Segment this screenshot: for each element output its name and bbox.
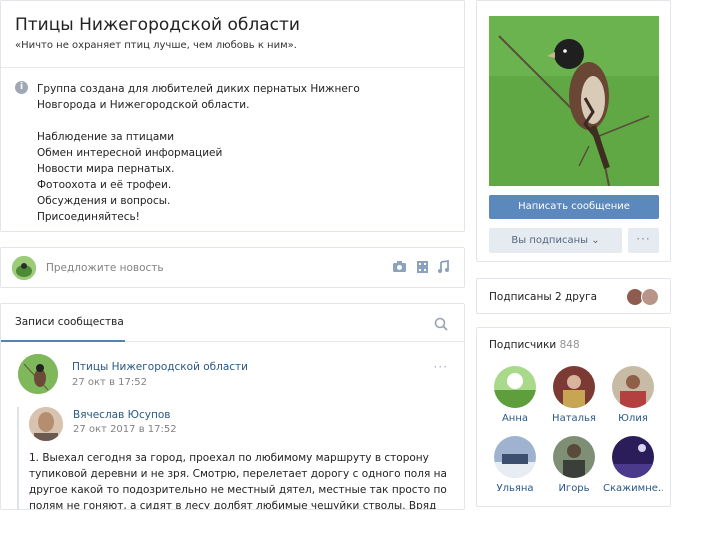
write-message-button[interactable]: Написать сообщение bbox=[489, 195, 659, 219]
follower-item[interactable]: Анна bbox=[485, 366, 545, 424]
followers-label: Подписчики bbox=[489, 339, 557, 351]
avatar bbox=[494, 436, 536, 478]
description-text: Группа создана для любителей диких перна… bbox=[37, 83, 360, 111]
follower-item[interactable]: Игорь bbox=[544, 436, 604, 494]
chevron-down-icon: ⌄ bbox=[591, 235, 600, 246]
repost-date[interactable]: 27 окт 2017 в 17:52 bbox=[73, 424, 177, 435]
friend-avatar[interactable] bbox=[641, 288, 659, 306]
followers-title[interactable]: Подписчики 848 bbox=[489, 339, 580, 351]
more-actions-button[interactable]: ··· bbox=[628, 228, 659, 253]
group-description: Группа создана для любителей диких перна… bbox=[37, 81, 417, 225]
friends-card[interactable]: Подписаны 2 друга bbox=[476, 278, 671, 314]
camera-icon[interactable] bbox=[391, 260, 407, 276]
follower-item[interactable]: Ульяна bbox=[485, 436, 545, 494]
friends-subscribed-label[interactable]: Подписаны 2 друга bbox=[489, 291, 597, 303]
search-icon[interactable] bbox=[434, 316, 448, 331]
wall-card: Записи сообщества Птицы Нижегородской об… bbox=[0, 303, 465, 510]
repost-author-avatar[interactable] bbox=[29, 407, 63, 441]
avatar bbox=[553, 366, 595, 408]
follower-item[interactable]: Юлия bbox=[603, 366, 663, 424]
post-author-link[interactable]: Птицы Нижегородской области bbox=[72, 361, 248, 373]
description-line: Наблюдение за птицами bbox=[37, 131, 175, 143]
follower-name: Скажимне… bbox=[603, 483, 663, 494]
follower-item[interactable]: Скажимне… bbox=[603, 436, 663, 494]
description-line: Новости мира пернатых. bbox=[37, 163, 175, 175]
divider bbox=[1, 67, 464, 68]
description-line: Присоединяйтесь! bbox=[37, 211, 140, 223]
page-title: Птицы Нижегородской области bbox=[15, 15, 300, 35]
post-date[interactable]: 27 окт в 17:52 bbox=[72, 377, 147, 388]
group-info-card: Птицы Нижегородской области «Ничто не ох… bbox=[0, 0, 465, 232]
followers-count: 848 bbox=[559, 339, 580, 351]
follower-name: Ульяна bbox=[496, 483, 534, 494]
video-icon[interactable] bbox=[414, 260, 430, 276]
post-text: 1. Выехал сегодня за город, проехал по л… bbox=[29, 452, 447, 510]
avatar bbox=[612, 436, 654, 478]
repost-author-link[interactable]: Вячеслав Юсупов bbox=[73, 409, 170, 421]
follower-name: Юлия bbox=[618, 413, 648, 424]
avatar bbox=[12, 256, 36, 280]
group-status: «Ничто не охраняет птиц лучше, чем любов… bbox=[15, 40, 297, 51]
description-line: Обсуждения и вопросы. bbox=[37, 195, 171, 207]
post-more-button[interactable]: ··· bbox=[434, 360, 448, 374]
cover-card: Написать сообщение Вы подписаны ⌄ ··· bbox=[476, 0, 671, 262]
suggest-news-input[interactable]: Предложите новость bbox=[46, 262, 164, 274]
follower-name: Наталья bbox=[552, 413, 596, 424]
avatar bbox=[494, 366, 536, 408]
subscribed-button-label: Вы подписаны bbox=[511, 235, 589, 246]
post-author-avatar[interactable] bbox=[18, 354, 58, 394]
follower-name: Игорь bbox=[558, 483, 590, 494]
description-line: Обмен интересной информацией bbox=[37, 147, 223, 159]
avatar bbox=[553, 436, 595, 478]
community-photo[interactable] bbox=[489, 16, 659, 186]
repost-indicator bbox=[17, 407, 19, 509]
active-tab-indicator bbox=[1, 340, 125, 342]
follower-name: Анна bbox=[501, 413, 529, 424]
followers-card: Подписчики 848 Анна Наталья Юлия Ульяна … bbox=[476, 327, 671, 507]
tab-community-posts[interactable]: Записи сообщества bbox=[15, 316, 124, 328]
subscribed-button[interactable]: Вы подписаны ⌄ bbox=[489, 228, 622, 253]
avatar bbox=[612, 366, 654, 408]
suggest-news-card: Предложите новость bbox=[0, 247, 465, 288]
description-line: Фотоохота и её трофеи. bbox=[37, 179, 172, 191]
info-icon: i bbox=[15, 81, 28, 94]
follower-item[interactable]: Наталья bbox=[544, 366, 604, 424]
music-icon[interactable] bbox=[435, 259, 451, 276]
